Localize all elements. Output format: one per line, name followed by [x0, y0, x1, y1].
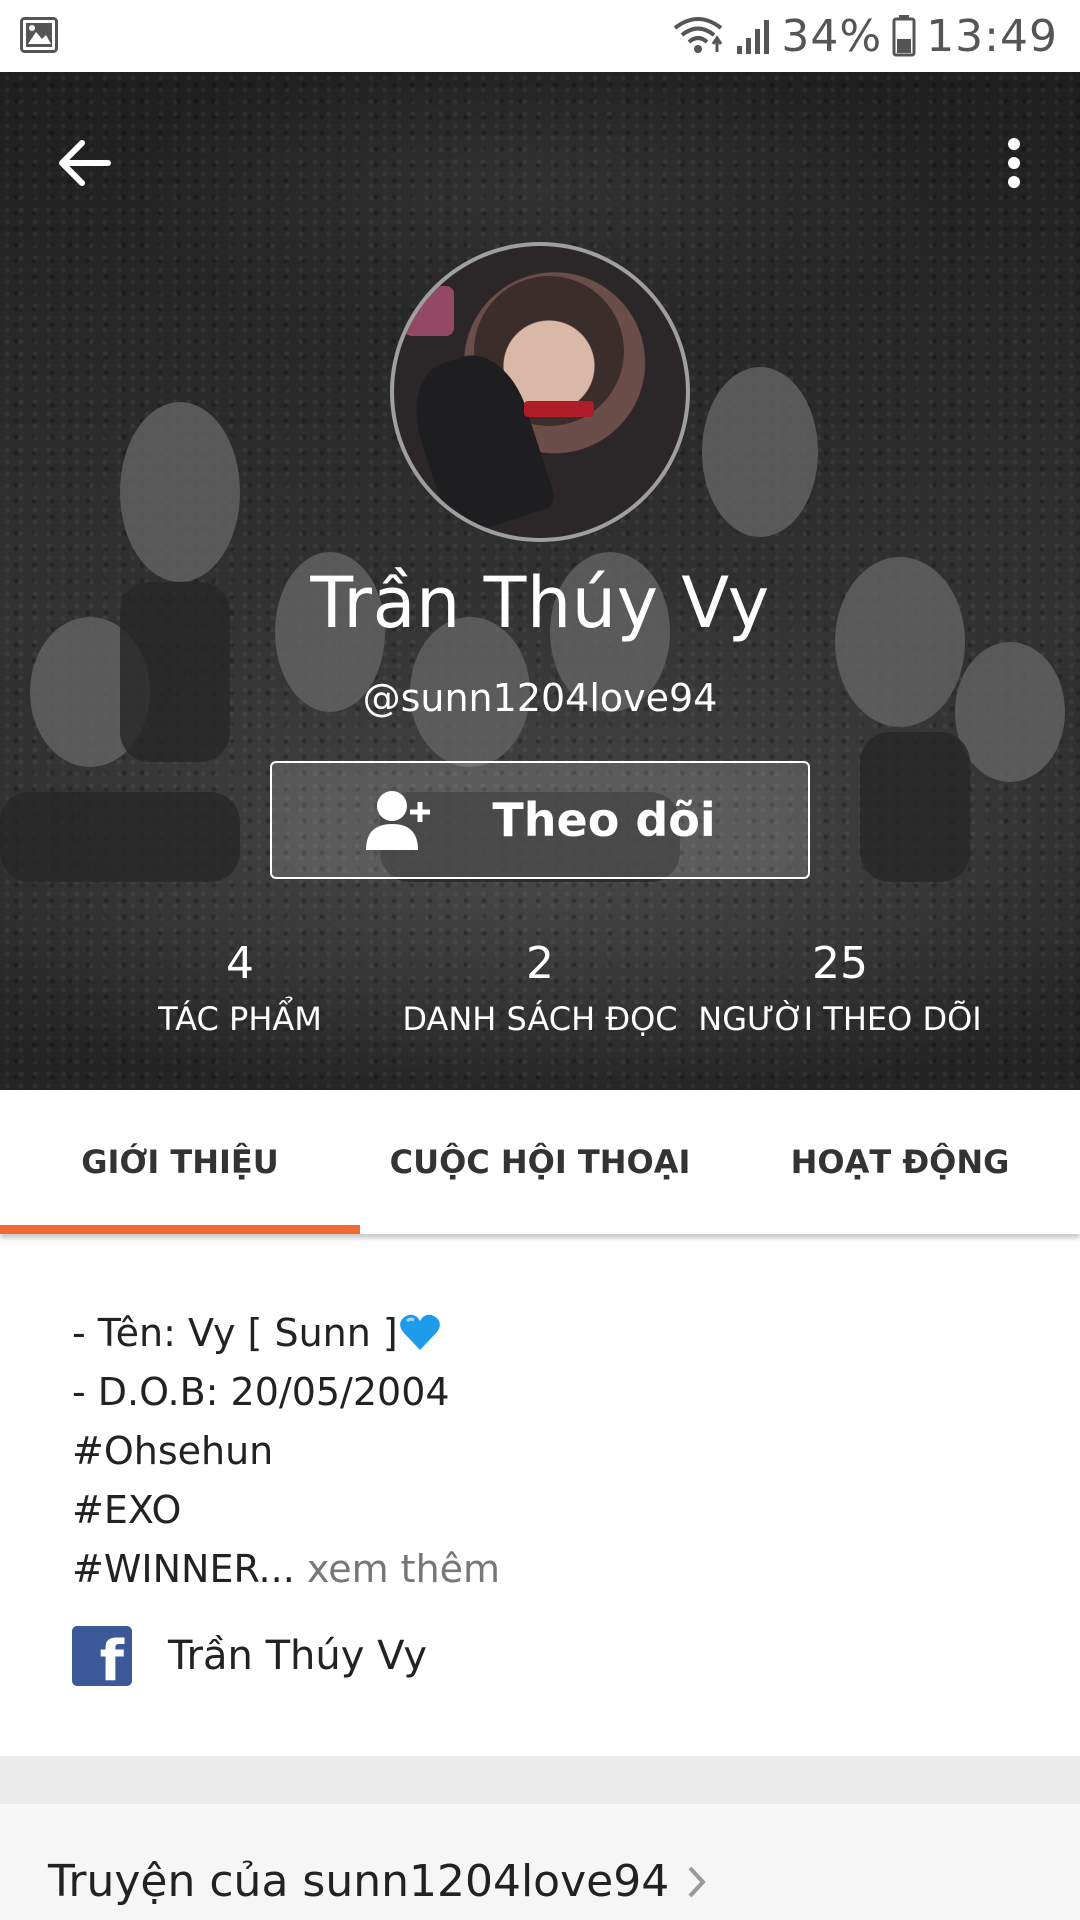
stat-value: 25: [812, 938, 868, 989]
facebook-name: Trần Thúy Vy: [168, 1633, 428, 1679]
facebook-icon: f: [72, 1626, 132, 1690]
stat-label: TÁC PHẨM: [158, 1000, 322, 1038]
bio-line: - D.O.B: 20/05/2004: [72, 1370, 450, 1414]
stat-label: DANH SÁCH ĐỌC: [402, 1000, 678, 1038]
stat-value: 2: [526, 938, 554, 989]
more-vertical-icon: [1008, 138, 1020, 188]
stories-section-title: Truyện của sunn1204love94: [48, 1856, 670, 1907]
facebook-link[interactable]: f Trần Thúy Vy: [72, 1624, 428, 1690]
about-section: - Tên: Vy [ Sunn ] - D.O.B: 20/05/2004 #…: [0, 1234, 1080, 1756]
signal-icon: [737, 20, 770, 54]
more-options-button[interactable]: [984, 127, 1044, 199]
back-button[interactable]: [48, 127, 120, 199]
blue-heart-icon: [399, 1314, 440, 1350]
tab-bar: GIỚI THIỆU CUỘC HỘI THOẠI HOẠT ĐỘNG: [0, 1090, 1080, 1234]
chevron-right-icon: [688, 1866, 706, 1897]
active-tab-indicator: [0, 1225, 360, 1234]
profile-header: Trần Thúy Vy @sunn1204love94 Theo dõi 4 …: [0, 72, 1080, 1090]
arrow-left-icon: [59, 140, 111, 186]
bio-line: #WINNER...: [72, 1547, 295, 1591]
battery-icon: [892, 15, 916, 57]
tab-activity[interactable]: HOẠT ĐỘNG: [720, 1090, 1080, 1234]
tab-about[interactable]: GIỚI THIỆU: [0, 1090, 360, 1234]
battery-percent: 34%: [781, 10, 883, 62]
profile-stats: 4 TÁC PHẨM 2 DANH SÁCH ĐỌC 25 NGƯỜI THEO…: [0, 932, 1080, 1062]
clock: 13:49: [926, 10, 1058, 62]
image-icon: [20, 17, 58, 53]
stat-label: NGƯỜI THEO DÕI: [698, 1000, 982, 1038]
status-bar: 34% 13:49: [0, 0, 1080, 72]
bio-line: #Ohsehun: [72, 1429, 274, 1473]
bio: - Tên: Vy [ Sunn ] - D.O.B: 20/05/2004 #…: [72, 1304, 500, 1599]
follow-button[interactable]: Theo dõi: [270, 761, 810, 879]
stat-works[interactable]: 4 TÁC PHẨM: [120, 932, 360, 1042]
bio-line: - Tên: Vy [ Sunn ]: [72, 1311, 398, 1355]
tab-conversations[interactable]: CUỘC HỘI THOẠI: [360, 1090, 720, 1234]
follow-label: Theo dõi: [492, 793, 716, 847]
stat-reading-lists[interactable]: 2 DANH SÁCH ĐỌC: [390, 932, 690, 1042]
profile-name: Trần Thúy Vy: [310, 562, 770, 644]
see-more-link[interactable]: xem thêm: [307, 1547, 500, 1591]
stories-section: Truyện của sunn1204love94: [0, 1804, 1080, 1920]
stat-followers[interactable]: 25 NGƯỜI THEO DÕI: [690, 932, 990, 1042]
profile-handle: @sunn1204love94: [362, 676, 718, 720]
stat-value: 4: [226, 938, 254, 989]
add-user-icon: [366, 791, 431, 850]
section-divider: [0, 1756, 1080, 1804]
stories-section-header[interactable]: Truyện của sunn1204love94: [48, 1856, 707, 1907]
avatar[interactable]: [390, 242, 690, 542]
wifi-icon: [674, 17, 723, 53]
bio-line: #EXO: [72, 1488, 182, 1532]
